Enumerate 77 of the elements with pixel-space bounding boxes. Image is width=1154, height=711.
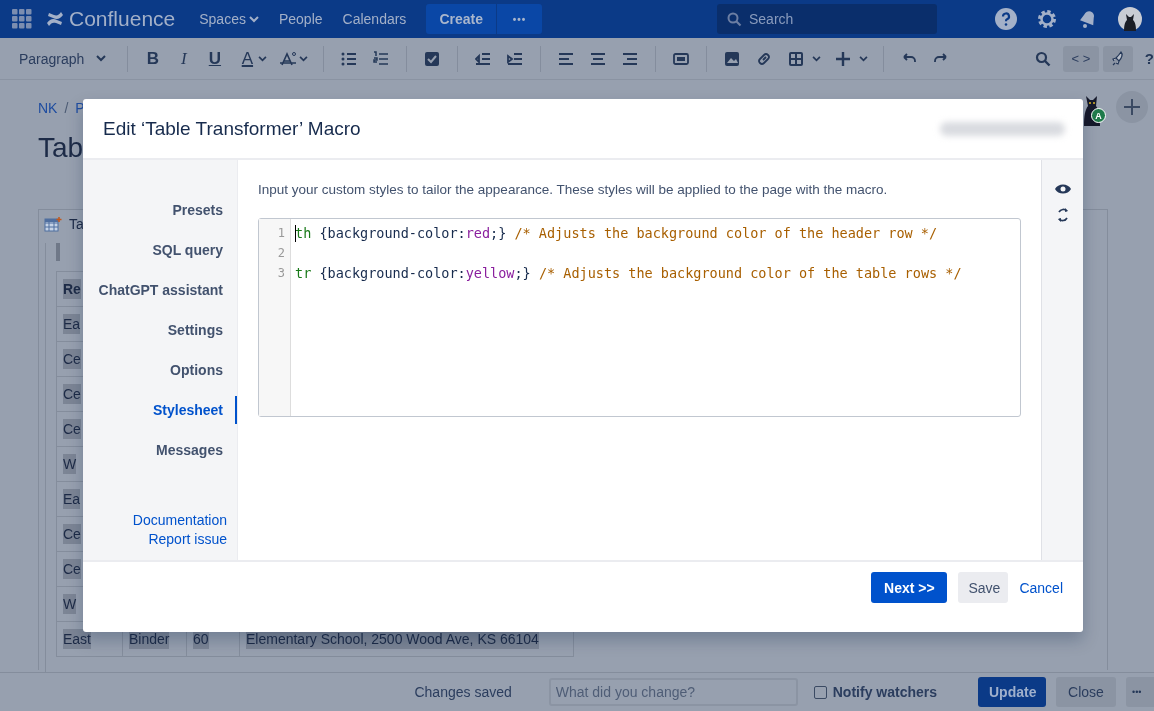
paragraph-dropdown[interactable]: Paragraph xyxy=(19,50,107,67)
chevron-down-icon xyxy=(258,55,268,62)
chevron-down-icon xyxy=(812,55,822,62)
checkbox-label[interactable]: Notify watchers xyxy=(832,684,937,700)
confluence-logo-icon[interactable] xyxy=(46,11,64,27)
code-line: tr {background-color:yellow;} /* Adjusts the background color of the table rows */ xyxy=(295,264,963,283)
nav-tab[interactable]: Settings xyxy=(167,310,237,350)
line-number: 1 xyxy=(276,225,286,242)
cancel-button[interactable]: Cancel xyxy=(1019,572,1063,603)
code-editor[interactable]: 1 2 3 th {background-color:red;} /* Adjusts the background color of the header row */ tr {background-color:yellow;} /* Adjusts the background color of the table rows */ xyxy=(258,218,1021,417)
eye-icon[interactable] xyxy=(1054,183,1071,195)
rocket-button[interactable] xyxy=(1102,45,1133,72)
align-right-icon[interactable] xyxy=(622,50,639,67)
page-title: Tab xyxy=(38,132,85,164)
code-line: th {background-color:red;} /* Adjusts the background color of the header row */ xyxy=(295,224,939,243)
layout-icon[interactable] xyxy=(673,50,690,67)
nav-tab[interactable]: Options xyxy=(170,350,237,390)
description-text: Input your custom styles to tailor the appearance. These styles will be applied to the page with the macro. xyxy=(258,182,889,197)
indent-icon[interactable] xyxy=(507,50,524,67)
next-button[interactable]: Next >> xyxy=(871,572,948,603)
more-button[interactable]: ••• xyxy=(495,4,542,34)
nav-tab[interactable]: Stylesheet xyxy=(152,396,237,424)
avatar-icon[interactable] xyxy=(1118,7,1142,31)
save-status: Changes saved xyxy=(414,684,512,700)
refresh-icon[interactable] xyxy=(1055,207,1070,223)
create-button[interactable]: Create xyxy=(426,4,496,34)
line-number: 3 xyxy=(276,265,286,282)
app-switcher-icon[interactable] xyxy=(12,9,32,29)
underline-button[interactable]: U xyxy=(199,44,231,73)
search-field[interactable]: Search xyxy=(716,4,937,34)
nav-link[interactable]: Calendars xyxy=(332,4,417,34)
close-button[interactable]: Close xyxy=(1056,677,1116,707)
rocket-icon xyxy=(1110,50,1125,67)
nav-link[interactable]: Spaces xyxy=(189,4,269,34)
help-icon[interactable] xyxy=(995,8,1017,30)
bold-button[interactable]: B xyxy=(137,44,169,73)
chevron-down-icon xyxy=(859,55,869,62)
resize-handle[interactable] xyxy=(56,243,60,261)
nav-link[interactable]: People xyxy=(268,4,333,34)
save-button[interactable]: Save xyxy=(958,572,1009,603)
nav-tab[interactable]: Presets xyxy=(172,190,237,230)
help-link[interactable]: ? xyxy=(1144,50,1154,67)
numbered-list-icon[interactable] xyxy=(373,50,390,67)
link-icon[interactable] xyxy=(756,50,773,67)
source-editor-button[interactable]: < > xyxy=(1062,45,1099,72)
bullet-list-icon[interactable] xyxy=(341,50,358,67)
outdent-icon[interactable] xyxy=(475,50,492,67)
table-icon[interactable] xyxy=(788,50,805,67)
align-center-icon[interactable] xyxy=(590,50,607,67)
nav-tab[interactable]: SQL query xyxy=(152,230,237,270)
help-link[interactable]: Documentation xyxy=(132,512,227,528)
breadcrumb-separator: / xyxy=(64,100,69,116)
chevron-down-icon xyxy=(96,55,107,62)
text-color-button[interactable]: A xyxy=(236,44,259,73)
table-macro-icon xyxy=(44,215,62,232)
text-style-icon[interactable] xyxy=(279,50,298,67)
search-icon[interactable] xyxy=(1034,50,1051,67)
chevron-down-icon xyxy=(299,55,309,62)
add-button[interactable] xyxy=(1116,91,1148,123)
line-number: 2 xyxy=(276,245,286,262)
more-button[interactable]: ••• xyxy=(1126,677,1154,707)
image-icon[interactable] xyxy=(724,50,741,67)
breadcrumb-link[interactable]: NK xyxy=(38,100,58,116)
checkbox-icon[interactable] xyxy=(424,50,441,67)
align-left-icon[interactable] xyxy=(558,50,575,67)
plus-icon xyxy=(1124,99,1140,115)
macro-caption: Ta xyxy=(69,215,84,232)
update-button[interactable]: Update xyxy=(978,677,1046,707)
dialog-title: Edit ‘Table Transformer’ Macro xyxy=(103,117,361,140)
product-name[interactable]: Confluence xyxy=(69,7,176,31)
plus-icon[interactable] xyxy=(835,50,852,67)
italic-button[interactable]: I xyxy=(168,44,200,73)
help-link[interactable]: Report issue xyxy=(148,531,227,547)
comment-field[interactable]: What did you change? xyxy=(548,678,798,706)
settings-icon[interactable] xyxy=(1036,8,1058,30)
checkbox[interactable] xyxy=(813,685,827,699)
nav-tab[interactable]: Messages xyxy=(156,430,237,470)
